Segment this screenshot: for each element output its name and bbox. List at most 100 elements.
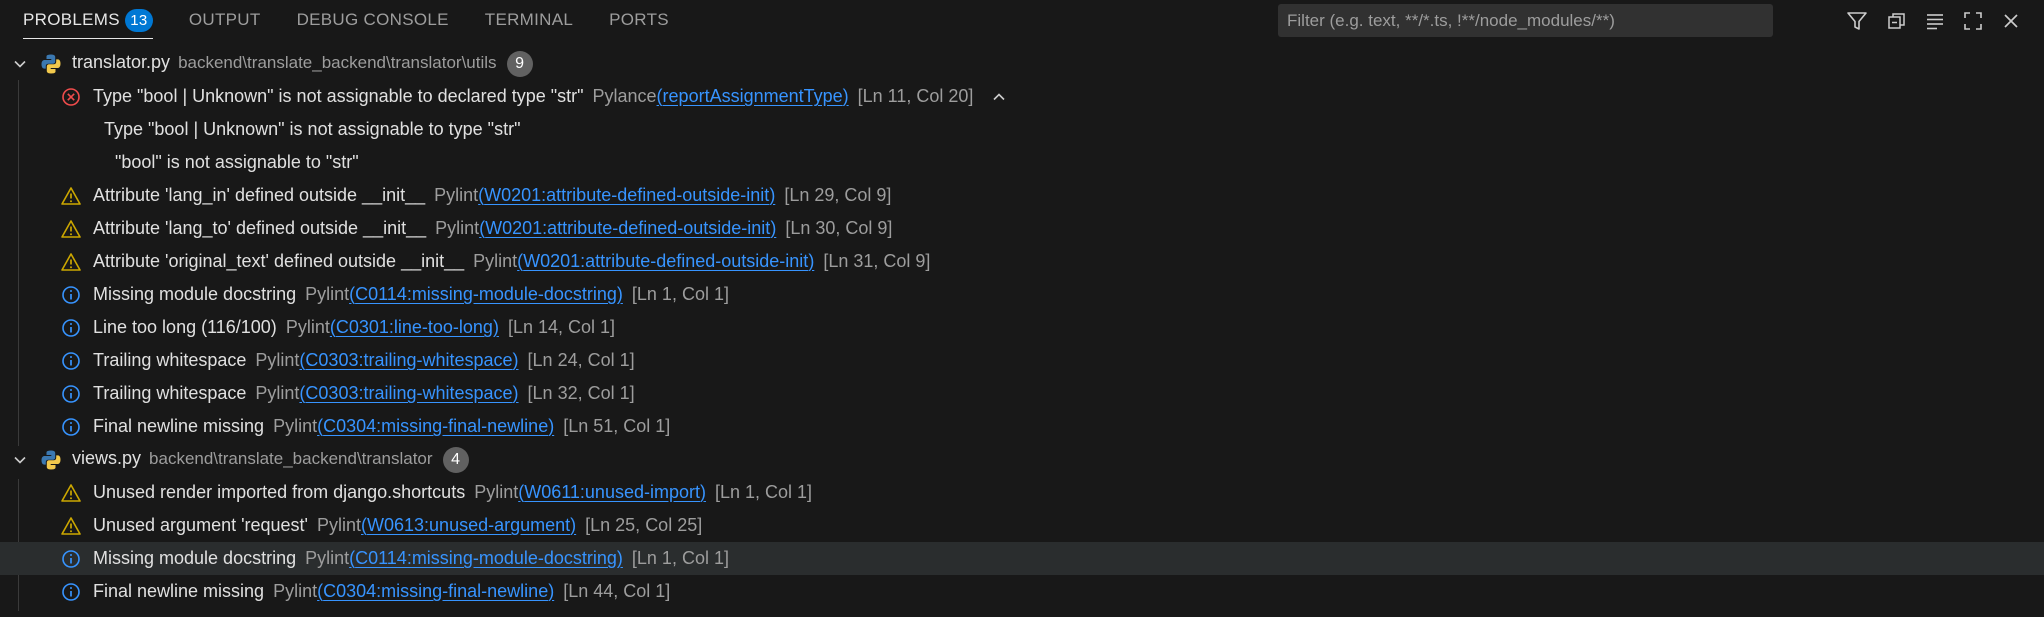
problem-code[interactable]: W0201:attribute-defined-outside-init bbox=[485, 218, 770, 238]
problem-code-link[interactable]: (C0304:missing-final-newline) bbox=[317, 416, 554, 437]
problem-code-link[interactable]: (C0303:trailing-whitespace) bbox=[299, 383, 518, 404]
problem-row-info[interactable]: Final newline missing Pylint (C0304:missi… bbox=[0, 575, 2044, 608]
problem-content: Trailing whitespace Pylint (C0303:trailin… bbox=[93, 350, 635, 371]
tab-debug-console[interactable]: DEBUG CONSOLE bbox=[297, 0, 449, 40]
problems-tree: translator.py backend\translate_backend\t… bbox=[0, 47, 2044, 611]
python-file-icon bbox=[41, 450, 61, 470]
problem-location: [Ln 51, Col 1] bbox=[563, 416, 671, 436]
problem-content: Trailing whitespace Pylint (C0303:trailin… bbox=[93, 383, 635, 404]
chevron-down-icon[interactable] bbox=[12, 452, 28, 468]
warning-icon bbox=[61, 484, 81, 502]
problem-content: Unused render imported from django.short… bbox=[93, 482, 812, 503]
tab-terminal[interactable]: TERMINAL bbox=[485, 0, 573, 40]
problem-row-warning[interactable]: Unused render imported from django.short… bbox=[0, 476, 2044, 509]
maximize-panel-icon[interactable] bbox=[1958, 6, 1988, 36]
tab-ports[interactable]: PORTS bbox=[609, 0, 669, 40]
problem-code[interactable]: W0201:attribute-defined-outside-init bbox=[484, 185, 769, 205]
problem-location: [Ln 24, Col 1] bbox=[527, 350, 635, 370]
problem-location: [Ln 1, Col 1] bbox=[631, 284, 729, 304]
problem-row-warning[interactable]: Unused argument 'request' Pylint (W0613:u… bbox=[0, 509, 2044, 542]
problem-code-link[interactable]: (W0611:unused-import) bbox=[518, 482, 706, 503]
collapse-all-icon[interactable] bbox=[1882, 6, 1912, 36]
info-icon bbox=[62, 286, 80, 304]
tab-label: DEBUG CONSOLE bbox=[296, 10, 449, 29]
problem-code[interactable]: C0304:missing-final-newline bbox=[323, 581, 548, 601]
problem-row-error[interactable]: Type "bool | Unknown" is not assignable … bbox=[0, 80, 2044, 113]
warning-icon bbox=[61, 187, 81, 205]
problem-source: Pylint bbox=[273, 581, 318, 601]
problem-content: Attribute 'original_text' defined outsid… bbox=[93, 251, 930, 272]
problem-location: [Ln 25, Col 25] bbox=[585, 515, 703, 535]
warning-icon bbox=[61, 517, 81, 535]
file-name: views.py bbox=[72, 447, 142, 468]
tab-label: OUTPUT bbox=[188, 10, 261, 29]
file-node-translator[interactable]: translator.py backend\translate_backend\t… bbox=[0, 47, 2044, 80]
panel-header: PROBLEMS 13 OUTPUT DEBUG CONSOLE TERMINA… bbox=[0, 0, 2044, 42]
problem-detail-line: "bool" is not assignable to "str" bbox=[0, 146, 2044, 179]
tab-output[interactable]: OUTPUT bbox=[189, 0, 261, 40]
problem-location: [Ln 1, Col 1] bbox=[631, 548, 729, 568]
filter-input[interactable] bbox=[1278, 4, 1773, 37]
problem-code-link[interactable]: (W0201:attribute-defined-outside-init) bbox=[479, 218, 776, 239]
info-icon bbox=[62, 352, 80, 370]
problem-location: [Ln 11, Col 20] bbox=[857, 86, 974, 106]
problem-detail-line: Type "bool | Unknown" is not assignable … bbox=[0, 113, 2044, 146]
problem-code-link[interactable]: (W0201:attribute-defined-outside-init) bbox=[478, 185, 775, 206]
problem-location: [Ln 44, Col 1] bbox=[563, 581, 671, 601]
problem-code[interactable]: C0303:trailing-whitespace bbox=[305, 350, 512, 370]
problem-code[interactable]: C0114:missing-module-docstring bbox=[355, 548, 617, 568]
close-panel-icon[interactable] bbox=[1996, 6, 2026, 36]
file-node-views[interactable]: views.py backend\translate_backend\transl… bbox=[0, 443, 2044, 476]
problem-code-link[interactable]: (W0613:unused-argument) bbox=[361, 515, 576, 536]
problem-code-link[interactable]: (C0304:missing-final-newline) bbox=[317, 581, 554, 602]
problem-code[interactable]: C0304:missing-final-newline bbox=[323, 416, 548, 436]
file-path: backend\translate_backend\translator bbox=[149, 448, 433, 468]
problem-row-info[interactable]: Trailing whitespace Pylint (C0303:trailin… bbox=[0, 377, 2044, 410]
chevron-up-icon[interactable] bbox=[991, 89, 1007, 105]
problem-row-info[interactable]: Missing module docstring Pylint (C0114:mi… bbox=[0, 278, 2044, 311]
problem-code-link[interactable]: (C0114:missing-module-docstring) bbox=[349, 548, 623, 569]
chevron-down-icon[interactable] bbox=[12, 56, 28, 72]
problem-source: Pylint bbox=[305, 548, 350, 568]
problem-code-link[interactable]: (W0201:attribute-defined-outside-init) bbox=[517, 251, 814, 272]
problem-location: [Ln 30, Col 9] bbox=[785, 218, 893, 238]
problem-location: [Ln 29, Col 9] bbox=[784, 185, 892, 205]
problem-content: Missing module docstring Pylint (C0114:mi… bbox=[93, 548, 729, 569]
filter-icon[interactable] bbox=[1842, 6, 1872, 36]
problem-row-warning[interactable]: Attribute 'original_text' defined outsid… bbox=[0, 245, 2044, 278]
file-header: translator.py backend\translate_backend\t… bbox=[72, 50, 533, 77]
info-icon bbox=[62, 418, 80, 436]
problem-code[interactable]: C0301:line-too-long bbox=[336, 317, 493, 337]
problem-row-info-selected[interactable]: Missing module docstring Pylint (C0114:mi… bbox=[0, 542, 2044, 575]
info-icon bbox=[62, 319, 80, 337]
info-icon bbox=[62, 550, 80, 568]
problem-content: Attribute 'lang_to' defined outside __in… bbox=[93, 218, 892, 239]
problem-code-link[interactable]: (C0114:missing-module-docstring) bbox=[349, 284, 623, 305]
tab-problems[interactable]: PROBLEMS 13 bbox=[23, 2, 153, 39]
problem-code-link[interactable]: (C0303:trailing-whitespace) bbox=[299, 350, 518, 371]
view-as-list-icon[interactable] bbox=[1920, 6, 1950, 36]
problem-source: Pylint bbox=[285, 317, 330, 337]
problem-message: Line too long (116/100) bbox=[93, 317, 277, 337]
problem-detail-text: Type "bool | Unknown" is not assignable … bbox=[104, 119, 521, 139]
problem-code-link[interactable]: (reportAssignmentType) bbox=[657, 86, 849, 107]
problem-message: Final newline missing bbox=[93, 581, 265, 601]
problem-row-warning[interactable]: Attribute 'lang_in' defined outside __in… bbox=[0, 179, 2044, 212]
problem-location: [Ln 32, Col 1] bbox=[527, 383, 635, 403]
problem-content: Final newline missing Pylint (C0304:missi… bbox=[93, 581, 670, 602]
problem-code[interactable]: C0114:missing-module-docstring bbox=[355, 284, 617, 304]
problem-row-info[interactable]: Trailing whitespace Pylint (C0303:trailin… bbox=[0, 344, 2044, 377]
problem-code[interactable]: C0303:trailing-whitespace bbox=[305, 383, 512, 403]
problem-content: Final newline missing Pylint (C0304:missi… bbox=[93, 416, 670, 437]
problem-code[interactable]: W0201:attribute-defined-outside-init bbox=[523, 251, 808, 271]
problem-row-info[interactable]: Final newline missing Pylint (C0304:missi… bbox=[0, 410, 2044, 443]
panel-tabs: PROBLEMS 13 OUTPUT DEBUG CONSOLE TERMINA… bbox=[0, 0, 705, 42]
problem-message: Trailing whitespace bbox=[93, 350, 247, 370]
problem-code-link[interactable]: (C0301:line-too-long) bbox=[330, 317, 499, 338]
problem-code[interactable]: W0611:unused-import bbox=[524, 482, 700, 502]
problem-row-info[interactable]: Line too long (116/100) Pylint (C0301:lin… bbox=[0, 311, 2044, 344]
problem-code[interactable]: reportAssignmentType bbox=[663, 86, 843, 106]
problem-code[interactable]: W0613:unused-argument bbox=[367, 515, 570, 535]
problem-source: Pylint bbox=[305, 284, 350, 304]
problem-row-warning[interactable]: Attribute 'lang_to' defined outside __in… bbox=[0, 212, 2044, 245]
